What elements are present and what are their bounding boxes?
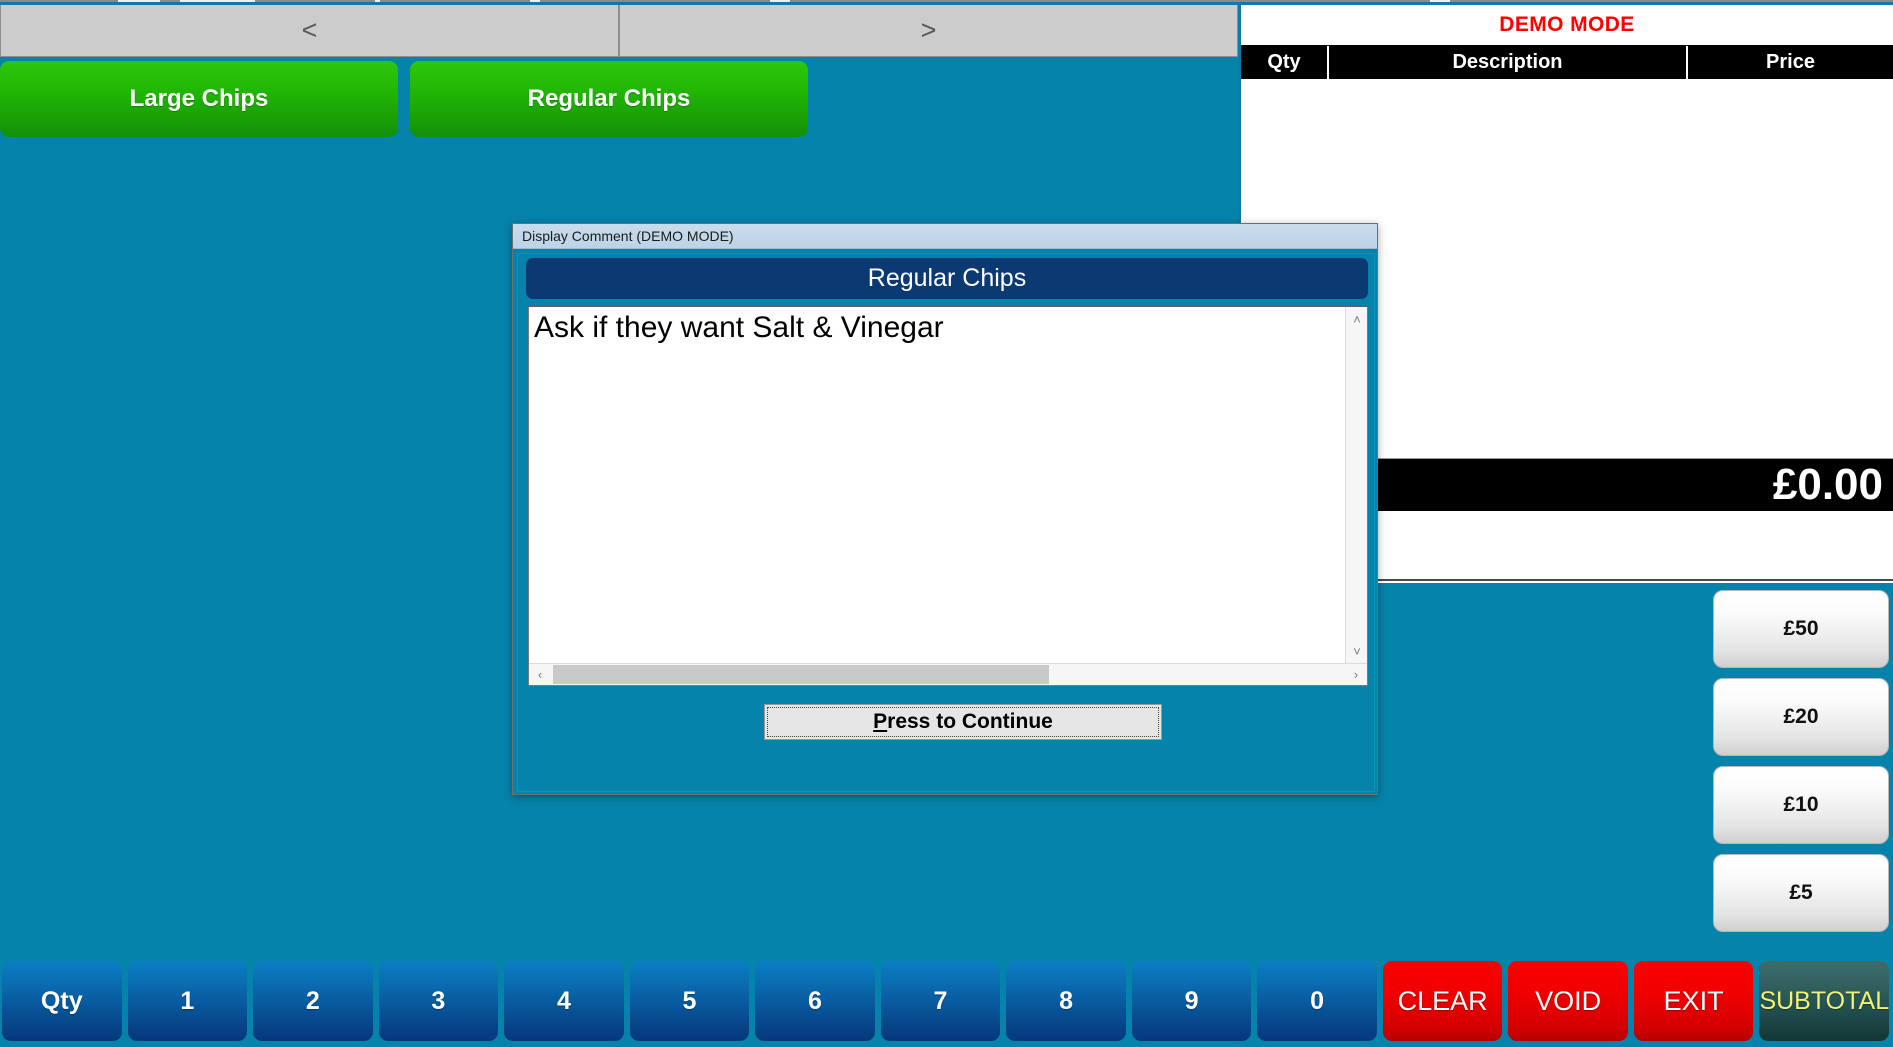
scroll-down-icon[interactable]: ˅ bbox=[1346, 641, 1368, 661]
subtotal-button[interactable]: SUBTOTAL bbox=[1759, 961, 1890, 1041]
nav-next-button[interactable]: > bbox=[619, 5, 1238, 57]
key-qty[interactable]: Qty bbox=[2, 961, 122, 1041]
denomination-button-20[interactable]: £20 bbox=[1713, 678, 1889, 756]
key-3[interactable]: 3 bbox=[378, 961, 499, 1041]
bottom-keypad: Qty 1 2 3 4 5 6 7 8 9 0 CLEAR VOID EXIT … bbox=[0, 955, 1893, 1047]
display-comment-dialog: Display Comment (DEMO MODE) Regular Chip… bbox=[512, 223, 1378, 795]
comment-text[interactable]: Ask if they want Salt & Vinegar bbox=[529, 307, 1346, 663]
product-button-large-chips[interactable]: Large Chips bbox=[0, 61, 398, 137]
continue-label-rest: ress to Continue bbox=[887, 710, 1053, 733]
product-button-regular-chips[interactable]: Regular Chips bbox=[410, 61, 808, 137]
dialog-body: Regular Chips Ask if they want Salt & Vi… bbox=[517, 253, 1375, 792]
pos-application: < > Large Chips Regular Chips DEMO MODE … bbox=[0, 0, 1893, 1047]
exit-button[interactable]: EXIT bbox=[1633, 961, 1754, 1041]
receipt-total-amount: £0.00 bbox=[1772, 460, 1883, 509]
scroll-left-icon[interactable]: ‹ bbox=[529, 664, 551, 686]
key-2[interactable]: 2 bbox=[253, 961, 373, 1041]
demo-mode-banner: DEMO MODE bbox=[1241, 5, 1893, 45]
denomination-button-5[interactable]: £5 bbox=[1713, 854, 1889, 932]
clear-button[interactable]: CLEAR bbox=[1382, 961, 1503, 1041]
denomination-button-column: £50 £20 £10 £5 bbox=[1713, 590, 1889, 932]
receipt-column-headers: Qty Description Price bbox=[1241, 45, 1893, 79]
product-button-grid: Large Chips Regular Chips bbox=[0, 61, 1238, 137]
scroll-right-icon[interactable]: › bbox=[1345, 664, 1367, 686]
key-1[interactable]: 1 bbox=[127, 961, 248, 1041]
key-4[interactable]: 4 bbox=[504, 961, 624, 1041]
comment-textarea-container: Ask if they want Salt & Vinegar ˄ ˅ ‹ › bbox=[528, 306, 1368, 686]
dialog-title-text: Display Comment (DEMO MODE) bbox=[522, 228, 734, 244]
receipt-header-price: Price bbox=[1766, 51, 1815, 73]
scroll-up-icon[interactable]: ˄ bbox=[1346, 309, 1368, 329]
void-button[interactable]: VOID bbox=[1508, 961, 1628, 1041]
nav-prev-button[interactable]: < bbox=[0, 5, 619, 57]
key-8[interactable]: 8 bbox=[1006, 961, 1126, 1041]
key-0[interactable]: 0 bbox=[1257, 961, 1377, 1041]
dialog-item-banner: Regular Chips bbox=[526, 258, 1368, 299]
key-6[interactable]: 6 bbox=[755, 961, 875, 1041]
continue-accelerator: P bbox=[873, 710, 888, 733]
comment-horizontal-scrollbar[interactable]: ‹ › bbox=[529, 663, 1367, 685]
hscroll-track[interactable] bbox=[551, 664, 1345, 686]
hscroll-thumb[interactable] bbox=[553, 664, 1049, 684]
key-5[interactable]: 5 bbox=[629, 961, 750, 1041]
key-7[interactable]: 7 bbox=[880, 961, 1001, 1041]
key-9[interactable]: 9 bbox=[1131, 961, 1252, 1041]
press-to-continue-button[interactable]: Press to Continue bbox=[764, 704, 1162, 740]
receipt-header-qty: Qty bbox=[1241, 46, 1329, 79]
dialog-title-bar: Display Comment (DEMO MODE) bbox=[513, 224, 1377, 249]
denomination-button-10[interactable]: £10 bbox=[1713, 766, 1889, 844]
page-nav-row: < > bbox=[0, 5, 1238, 57]
denomination-button-50[interactable]: £50 bbox=[1713, 590, 1889, 668]
receipt-header-description: Description bbox=[1329, 46, 1688, 79]
comment-vertical-scrollbar[interactable]: ˄ ˅ bbox=[1345, 307, 1367, 663]
